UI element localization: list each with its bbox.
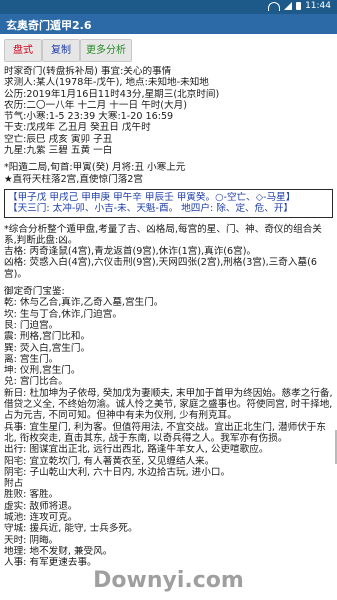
- header-line: 空亡:辰巳 戌亥 寅卯 子丑: [4, 133, 113, 145]
- xinshi-text: 新日: 杜加坤为子依母, 癸加戊为妻顺夫, 末甲加于首甲为终因始。慈孝之行备, …: [4, 387, 333, 422]
- tail-line: 天时: 阴晦。: [4, 534, 59, 546]
- gong-line: 乾: 休与乙合,真诈,乙奇入墓,宫生门。: [4, 297, 164, 309]
- toolbar: 盘式 复制 更多分析: [0, 34, 337, 64]
- gong-line: 坎: 生与丁合,休诈,门迫宫。: [4, 308, 122, 320]
- header-line: 干支:戊戌年 乙丑月 癸丑日 戊午时: [4, 122, 151, 134]
- ji-ge: 吉格: 丙奇逢鼠(4宫),青龙返首(9宫),休诈(1宫),真诈(6宫)。: [4, 246, 257, 258]
- more-analysis-button[interactable]: 更多分析: [80, 39, 132, 62]
- analysis-intro: *综合分析整个遁甲盘,考量了吉、凶格局,每宫的星、门、神、奇仪的组合关系,判断此…: [4, 223, 322, 246]
- ju-line: *阳遁二局,旬首:甲寅(癸) 月将:丑 小寒上元: [4, 162, 186, 174]
- zhi-line: ★直符天柱落2宫,直使惊门落2宫: [4, 173, 143, 185]
- status-bar: 11:44: [0, 0, 337, 14]
- tail-line: 城池: 连攻可克。: [4, 511, 78, 523]
- tail-line: 胜败: 客胜。: [4, 489, 59, 501]
- wifi-icon: [268, 1, 281, 11]
- tail-line: 虚实: 敌师将退。: [4, 500, 78, 512]
- copy-button[interactable]: 复制: [42, 39, 80, 62]
- tail-line: 出行: 图谋宜出正北, 远行出西北, 路逢牛羊女人, 公吏喧歌应。: [4, 444, 269, 456]
- header-line: 求测人:某人(1978年-戊午), 地点:未知地-未知地: [4, 77, 209, 89]
- gong-line: 离: 宫生门。: [4, 353, 59, 365]
- tail-line: 阴宅: 子山乾山大利, 六十日内, 水边拾古玩, 进小口。: [4, 466, 231, 478]
- header-line: 九星:九紫 三碧 五黄 一白: [4, 145, 113, 157]
- bingfa-text: 兵事: 宜生星门, 利为客。但值符用法, 不宜交战。宜出正北生门, 潜师伏于东北…: [4, 421, 326, 444]
- gong-title: 御定奇门宝鉴:: [4, 286, 65, 298]
- pan-button[interactable]: 盘式: [4, 39, 42, 62]
- xun-line: 【天三门: 太冲-卯、小吉-未、天魁-酉。 地四户: 除、定、危、开】: [8, 203, 294, 215]
- tail-line: 地理: 地不发财, 兼受风。: [4, 545, 113, 557]
- xun-line: 【甲子戊 甲戌己 甲申庚 甲午辛 甲辰壬 甲寅癸。○-空亡、◇-马星】: [8, 191, 296, 203]
- gong-line: 坤: 仪刑,宫生门。: [4, 365, 81, 377]
- gong-line: 巽: 荧入白,宫生门。: [4, 342, 91, 354]
- app-title-bar: 玄奥奇门遁甲2.6: [0, 14, 337, 34]
- gong-line: 艮: 门迫宫。: [4, 319, 59, 331]
- signal-icon: [284, 2, 293, 10]
- xun-box: 【甲子戊 甲戌己 甲申庚 甲午辛 甲辰壬 甲寅癸。○-空亡、◇-马星】 【天三门…: [4, 188, 333, 218]
- status-time: 11:44: [305, 1, 331, 11]
- status-icons: 11:44: [268, 1, 331, 11]
- app-title: 玄奥奇门遁甲2.6: [6, 19, 92, 32]
- header-line: 节气:小寒:1-5 23:39 大寒:1-20 16:59: [4, 111, 174, 123]
- chart-content[interactable]: 时家奇门(转盘拆补局) 事宜:关心的事情 求测人:某人(1978年-戊午), 地…: [4, 66, 333, 600]
- xiong-ge: 凶格: 荧惑入白(4宫),六仪击刑(9宫),天网四张(2宫),刑格(3宫),三奇…: [4, 257, 317, 280]
- header-line: 农历:二〇一八年 十二月 十一日 午时(大月): [4, 99, 187, 111]
- header-line: 时家奇门(转盘拆补局) 事宜:关心的事情: [4, 66, 172, 77]
- tail-line: 守城: 援兵近, 能守, 士兵多死。: [4, 523, 138, 535]
- battery-icon: [296, 2, 302, 10]
- header-line: 公历:2019年1月16日11时43分,星期三(北京时间): [4, 88, 220, 100]
- gong-line: 震: 刑格,宫门比和。: [4, 331, 91, 343]
- tail-line: 人事: 有军更速去事。: [4, 557, 97, 569]
- tail-line: 附占: [4, 478, 24, 490]
- gong-line: 兑: 宫门比合。: [4, 376, 68, 388]
- tail-line: 阳宅: 宜立乾坎门, 有人著黄衣至, 又见缠结人来。: [4, 455, 215, 467]
